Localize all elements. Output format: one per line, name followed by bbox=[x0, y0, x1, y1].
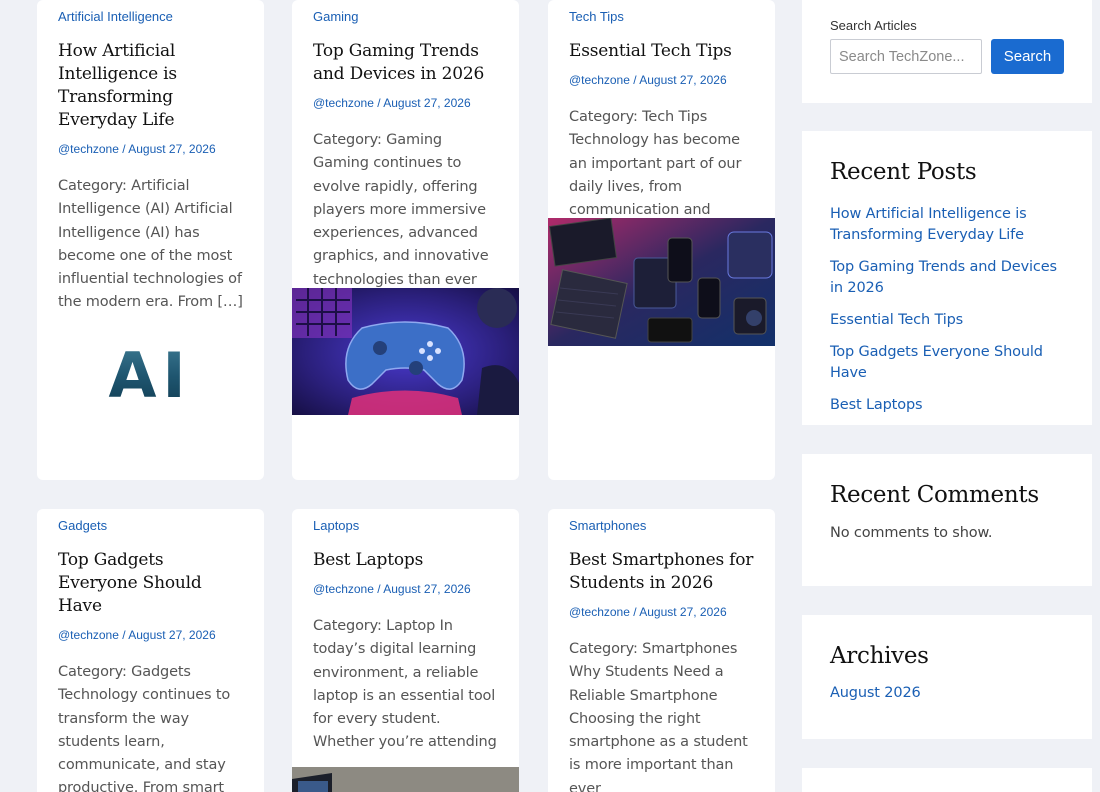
post-meta[interactable]: @techzone / August 27, 2026 bbox=[313, 581, 498, 597]
post-title-link[interactable]: Best Smartphones for Students in 2026 bbox=[569, 549, 754, 595]
post-card-tech-tips: Tech Tips Essential Tech Tips @techzone … bbox=[548, 0, 775, 480]
recent-post-link[interactable]: How Artificial Intelligence is Transform… bbox=[830, 204, 1064, 246]
ai-logo-image[interactable]: AI bbox=[37, 340, 264, 408]
next-widget bbox=[802, 768, 1092, 792]
search-input[interactable] bbox=[830, 39, 982, 74]
post-category-link[interactable]: Laptops bbox=[313, 517, 498, 534]
post-title-link[interactable]: Essential Tech Tips bbox=[569, 40, 754, 63]
tech-gadgets-flatlay-image[interactable] bbox=[548, 218, 775, 346]
page: Artificial Intelligence How Artificial I… bbox=[0, 0, 1100, 792]
post-category-link[interactable]: Artificial Intelligence bbox=[58, 8, 243, 25]
post-category-link[interactable]: Gaming bbox=[313, 8, 498, 25]
post-category-link[interactable]: Smartphones bbox=[569, 517, 754, 534]
recent-posts-widget: Recent Posts How Artificial Intelligence… bbox=[802, 131, 1092, 425]
post-title-link[interactable]: Top Gadgets Everyone Should Have bbox=[58, 549, 243, 618]
search-widget: Search Articles Search bbox=[802, 0, 1092, 103]
post-excerpt: Category: Laptop In today’s digital lear… bbox=[313, 618, 497, 751]
post-title-link[interactable]: Best Laptops bbox=[313, 549, 498, 572]
post-card-laptops: Laptops Best Laptops @techzone / August … bbox=[292, 509, 519, 792]
post-title-link[interactable]: How Artificial Intelligence is Transform… bbox=[58, 40, 243, 132]
post-card-smartphones: Smartphones Best Smartphones for Student… bbox=[548, 509, 775, 792]
post-card-gaming: Gaming Top Gaming Trends and Devices in … bbox=[292, 0, 519, 480]
recent-posts-title: Recent Posts bbox=[830, 159, 977, 185]
post-meta[interactable]: @techzone / August 27, 2026 bbox=[569, 604, 754, 620]
archives-widget: Archives August 2026 bbox=[802, 615, 1092, 739]
search-label: Search Articles bbox=[830, 18, 917, 33]
post-meta[interactable]: @techzone / August 27, 2026 bbox=[58, 141, 243, 157]
no-comments-text: No comments to show. bbox=[830, 525, 993, 541]
recent-post-link[interactable]: Top Gadgets Everyone Should Have bbox=[830, 342, 1064, 384]
post-title-link[interactable]: Top Gaming Trends and Devices in 2026 bbox=[313, 40, 498, 86]
post-excerpt: Category: Smartphones Why Students Need … bbox=[569, 641, 748, 792]
search-button[interactable]: Search bbox=[991, 39, 1064, 74]
post-meta[interactable]: @techzone / August 27, 2026 bbox=[58, 627, 243, 643]
recent-post-link[interactable]: Top Gaming Trends and Devices in 2026 bbox=[830, 257, 1064, 299]
archive-link[interactable]: August 2026 bbox=[830, 683, 1064, 704]
recent-post-link[interactable]: Best Laptops bbox=[830, 395, 1064, 416]
post-meta[interactable]: @techzone / August 27, 2026 bbox=[313, 95, 498, 111]
svg-text:AI: AI bbox=[108, 340, 191, 408]
post-meta[interactable]: @techzone / August 27, 2026 bbox=[569, 72, 754, 88]
post-category-link[interactable]: Gadgets bbox=[58, 517, 243, 534]
recent-comments-title: Recent Comments bbox=[830, 482, 1039, 508]
post-category-link[interactable]: Tech Tips bbox=[569, 8, 754, 25]
recent-comments-widget: Recent Comments No comments to show. bbox=[802, 454, 1092, 586]
recent-post-link[interactable]: Essential Tech Tips bbox=[830, 310, 1064, 331]
post-card-gadgets: Gadgets Top Gadgets Everyone Should Have… bbox=[37, 509, 264, 792]
archives-title: Archives bbox=[830, 643, 929, 669]
post-excerpt: Category: Gadgets Technology continues t… bbox=[58, 664, 231, 792]
post-card-ai: Artificial Intelligence How Artificial I… bbox=[37, 0, 264, 480]
post-excerpt: Category: Artificial Intelligence (AI) A… bbox=[58, 178, 243, 311]
gaming-controller-image[interactable] bbox=[292, 288, 519, 415]
laptop-image[interactable] bbox=[292, 767, 519, 792]
